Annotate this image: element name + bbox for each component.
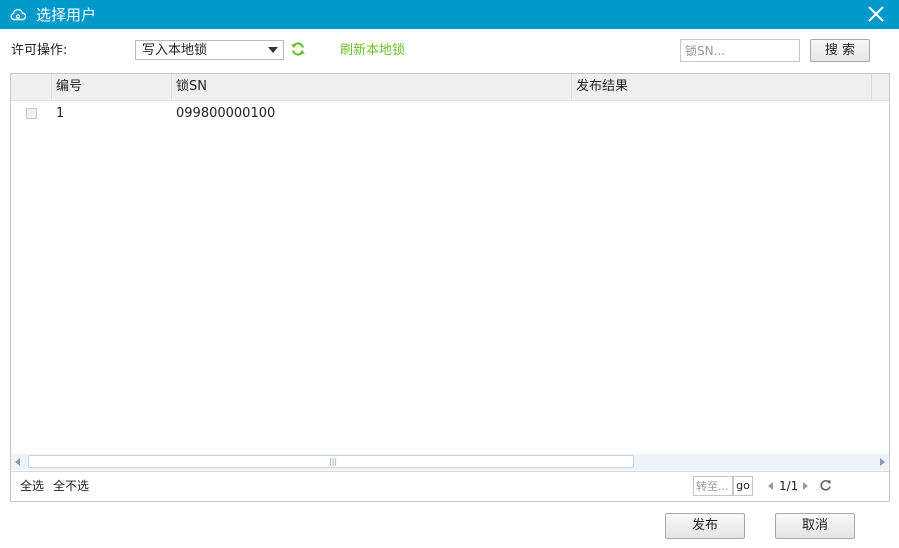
operation-label: 许可操作: <box>11 43 68 58</box>
select-none-link[interactable]: 全不选 <box>53 479 89 493</box>
table-header: 编号 锁SN 发布结果 <box>11 74 889 101</box>
refresh-local-lock-link[interactable]: 刷新本地锁 <box>340 43 405 59</box>
grip-icon: ||| <box>329 457 338 466</box>
refresh-icon[interactable] <box>290 41 306 57</box>
cancel-button[interactable]: 取消 <box>775 513 855 539</box>
scroll-right-icon[interactable] <box>880 458 885 466</box>
search-button[interactable]: 搜 索 <box>810 39 870 62</box>
row-id: 1 <box>56 106 65 121</box>
scrollbar-thumb[interactable]: ||| <box>28 455 634 468</box>
scroll-left-icon[interactable] <box>15 458 20 466</box>
row-result <box>572 101 576 127</box>
goto-page-input[interactable] <box>693 476 733 496</box>
reload-icon[interactable] <box>819 479 832 492</box>
column-header-result[interactable]: 发布结果 <box>572 74 872 100</box>
page-info: 1/1 <box>779 479 799 493</box>
lock-sn-search-input[interactable] <box>680 39 800 62</box>
row-lock-sn: 099800000100 <box>176 106 276 121</box>
publish-button[interactable]: 发布 <box>665 513 745 539</box>
column-header-id[interactable]: 编号 <box>52 74 172 100</box>
window-title: 选择用户 <box>36 6 97 24</box>
table-row[interactable]: 1 099800000100 <box>11 101 889 127</box>
select-all-link[interactable]: 全选 <box>20 479 44 493</box>
horizontal-scrollbar[interactable]: ||| <box>11 454 889 470</box>
operation-selected-value: 写入本地锁 <box>142 43 208 58</box>
column-header-lock-sn[interactable]: 锁SN <box>172 74 572 100</box>
prev-page-icon[interactable] <box>768 482 773 490</box>
close-icon[interactable] <box>867 5 885 23</box>
cloud-lock-icon <box>10 8 26 21</box>
checkbox-column-header <box>11 74 52 100</box>
next-page-icon[interactable] <box>803 482 808 490</box>
table-footer: 全选 全不选 go 1/1 <box>11 471 889 502</box>
lock-table: 编号 锁SN 发布结果 1 099800000100 ||| 全选 全不选 go… <box>10 73 890 502</box>
title-bar: 选择用户 <box>0 0 899 29</box>
operation-select[interactable]: 写入本地锁 <box>135 40 284 60</box>
row-checkbox[interactable] <box>26 108 37 119</box>
chevron-down-icon <box>268 47 278 53</box>
go-button[interactable]: go <box>733 476 753 496</box>
